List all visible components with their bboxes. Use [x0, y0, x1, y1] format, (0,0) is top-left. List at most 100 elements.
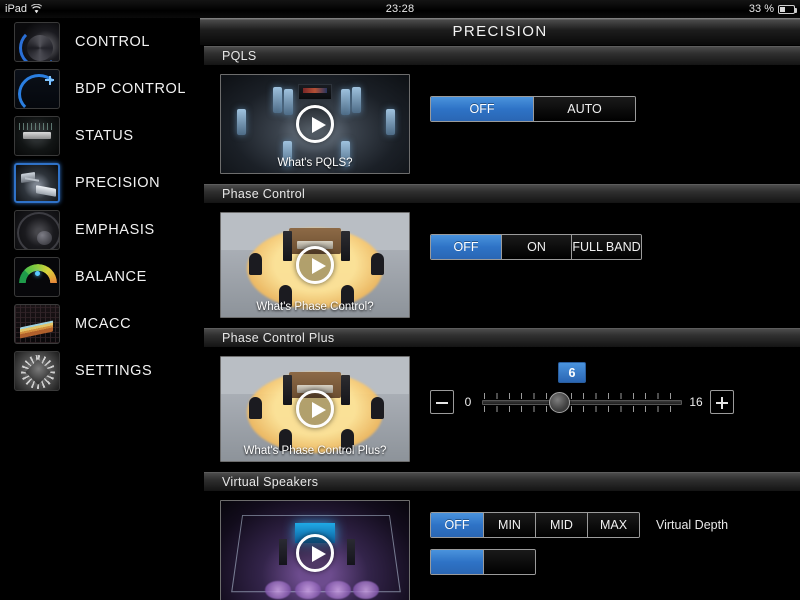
- virtual-source-glow: [353, 581, 379, 599]
- phase-control-segmented-control[interactable]: OFF ON FULL BAND: [430, 234, 642, 260]
- tower-speaker-graphic: [341, 375, 350, 405]
- pqls-controls: OFF AUTO: [430, 74, 636, 122]
- spectrum-arc-icon: [14, 256, 60, 297]
- play-icon[interactable]: [296, 390, 334, 428]
- sidebar-item-mcacc[interactable]: MCACC: [0, 300, 200, 347]
- virtual-speakers-option-off[interactable]: OFF: [431, 513, 483, 537]
- virtual-source-glow: [295, 581, 321, 599]
- speaker-graphic: [352, 87, 361, 113]
- sidebar-item-label: BALANCE: [75, 268, 147, 285]
- status-bar-clock: 23:28: [385, 3, 415, 15]
- video-thumbnail-phase-control-plus[interactable]: What's Phase Control Plus?: [220, 356, 410, 462]
- tower-speaker-graphic: [279, 539, 287, 565]
- sidebar-item-control[interactable]: CONTROL: [0, 18, 200, 65]
- page-title-bar: PRECISION: [200, 18, 800, 46]
- section-body-pqls: What's PQLS? OFF AUTO: [200, 65, 800, 184]
- slider-row: 0 16: [430, 390, 734, 414]
- play-icon[interactable]: [296, 246, 334, 284]
- virtual-depth-row: OFF MIN MID MAX Virtual Depth: [430, 512, 728, 538]
- main-content-panel: PRECISION PQLS What's PQLS? OFF AUTO Pha…: [200, 18, 800, 600]
- sidebar-item-label: EMPHASIS: [75, 221, 155, 238]
- slider-track: [482, 400, 682, 405]
- dial-icon: [14, 21, 60, 62]
- slider-ticks-top: [484, 393, 680, 399]
- secondary-option-1[interactable]: [431, 550, 483, 574]
- virtual-speakers-option-min[interactable]: MIN: [483, 513, 535, 537]
- section-body-phase-control-plus: What's Phase Control Plus? 6 0 16: [200, 347, 800, 472]
- listener-graphic: [371, 253, 384, 275]
- ios-status-bar: iPad 23:28 33 %: [0, 0, 800, 18]
- sidebar-item-label: CONTROL: [75, 33, 151, 50]
- speaker-graphic: [273, 87, 282, 113]
- video-caption: What's PQLS?: [277, 157, 353, 169]
- slider-value-badge: 6: [558, 362, 586, 383]
- arc-crosshair-icon: [14, 68, 60, 109]
- slider-min-label: 0: [464, 395, 472, 409]
- speaker-graphic: [386, 109, 395, 135]
- virtual-speakers-controls: OFF MIN MID MAX Virtual Depth: [430, 500, 728, 575]
- phase-control-controls: OFF ON FULL BAND: [430, 212, 642, 260]
- section-title: PQLS: [222, 49, 257, 63]
- section-title: Virtual Speakers: [222, 475, 319, 489]
- eq-grid-icon: [14, 303, 60, 344]
- virtual-source-glow: [265, 581, 291, 599]
- battery-icon: [778, 4, 797, 14]
- ipad-app-window: iPad 23:28 33 % CONTROL BDP CONTROL STAT…: [0, 0, 800, 600]
- virtual-depth-label: Virtual Depth: [656, 518, 729, 532]
- speaker-graphic: [237, 109, 246, 135]
- video-thumbnail-phase-control[interactable]: What's Phase Control?: [220, 212, 410, 318]
- tower-speaker-graphic: [283, 375, 292, 405]
- video-caption: What's Phase Control Plus?: [243, 445, 387, 457]
- phase-control-option-on[interactable]: ON: [501, 235, 571, 259]
- speaker-graphic: [284, 89, 293, 115]
- sidebar-item-status[interactable]: STATUS: [0, 112, 200, 159]
- secondary-option-2[interactable]: [483, 550, 535, 574]
- pqls-option-off[interactable]: OFF: [431, 97, 533, 121]
- pqls-segmented-control[interactable]: OFF AUTO: [430, 96, 636, 122]
- section-header-pqls: PQLS: [204, 46, 800, 65]
- play-icon[interactable]: [296, 534, 334, 572]
- decrement-button[interactable]: [430, 390, 454, 414]
- virtual-speakers-option-mid[interactable]: MID: [535, 513, 587, 537]
- video-thumbnail-pqls[interactable]: What's PQLS?: [220, 74, 410, 174]
- slider-ticks-bottom: [484, 406, 680, 412]
- speaker-graphic: [341, 89, 350, 115]
- sidebar-item-label: SETTINGS: [75, 362, 153, 379]
- video-caption: What's Phase Control?: [256, 301, 374, 313]
- listener-graphic: [371, 397, 384, 419]
- phase-control-plus-slider[interactable]: [482, 390, 682, 414]
- tower-speaker-graphic: [341, 231, 350, 261]
- sidebar-item-precision[interactable]: PRECISION: [0, 159, 200, 206]
- sidebar-item-label: BDP CONTROL: [75, 80, 187, 97]
- listener-graphic: [249, 253, 262, 275]
- video-thumbnail-virtual-speakers[interactable]: [220, 500, 410, 600]
- sidebar-nav: CONTROL BDP CONTROL STATUS PRECISION EMP…: [0, 18, 200, 600]
- gear-icon: [14, 350, 60, 391]
- display-panel-icon: [14, 115, 60, 156]
- pqls-option-auto[interactable]: AUTO: [533, 97, 635, 121]
- section-body-virtual-speakers: OFF MIN MID MAX Virtual Depth: [200, 491, 800, 600]
- phase-control-option-full-band[interactable]: FULL BAND: [571, 235, 641, 259]
- sidebar-item-bdp-control[interactable]: BDP CONTROL: [0, 65, 200, 112]
- sidebar-item-label: MCACC: [75, 315, 132, 332]
- virtual-speakers-option-max[interactable]: MAX: [587, 513, 639, 537]
- sidebar-item-emphasis[interactable]: EMPHASIS: [0, 206, 200, 253]
- increment-button[interactable]: [710, 390, 734, 414]
- phase-control-plus-slider-group: 6 0 16: [430, 356, 734, 414]
- virtual-speakers-secondary-control[interactable]: [430, 549, 536, 575]
- battery-percent-label: 33 %: [748, 3, 774, 15]
- section-title: Phase Control: [222, 187, 306, 201]
- sidebar-item-label: PRECISION: [75, 174, 161, 191]
- tv-graphic: [298, 84, 332, 100]
- sidebar-item-settings[interactable]: SETTINGS: [0, 347, 200, 394]
- tower-speaker-graphic: [283, 231, 292, 261]
- speaker-cone-icon: [14, 209, 60, 250]
- section-body-phase-control: What's Phase Control? OFF ON FULL BAND: [200, 203, 800, 328]
- sidebar-item-balance[interactable]: BALANCE: [0, 253, 200, 300]
- listener-graphic: [249, 397, 262, 419]
- slider-thumb[interactable]: [549, 392, 571, 413]
- phase-control-option-off[interactable]: OFF: [431, 235, 501, 259]
- play-icon[interactable]: [296, 105, 334, 143]
- virtual-speakers-segmented-control[interactable]: OFF MIN MID MAX: [430, 512, 640, 538]
- status-bar-right: 33 %: [748, 3, 797, 15]
